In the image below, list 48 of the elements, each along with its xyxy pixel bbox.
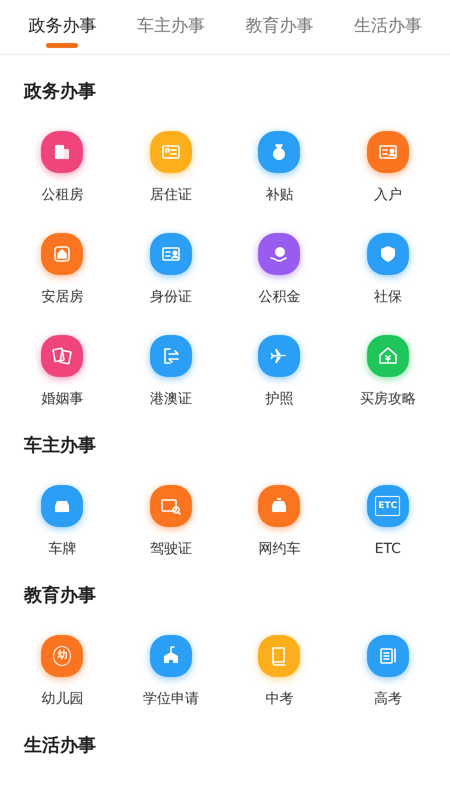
money-bag-icon[interactable] — [258, 131, 300, 173]
service-label: 高考 — [374, 690, 402, 709]
tab[interactable]: 教育办事 — [225, 0, 334, 54]
service-label: 公租房 — [41, 186, 84, 205]
section-title: 政务办事 — [22, 80, 97, 104]
badge-icon[interactable]: 幼 — [41, 635, 84, 677]
service-label: 安居房 — [41, 288, 84, 307]
service-label: 婚姻事 — [41, 390, 84, 409]
service-label: 居住证 — [150, 186, 192, 205]
building-icon[interactable] — [41, 131, 84, 173]
id-card-icon[interactable] — [150, 233, 192, 275]
service-label: ETC — [374, 540, 401, 559]
service-label: 港澳证 — [150, 390, 192, 409]
icon-label: ETC — [375, 496, 400, 516]
coin-hand-icon[interactable] — [258, 233, 300, 275]
school-icon[interactable] — [150, 635, 192, 677]
card-icon[interactable] — [150, 131, 192, 173]
book-icon[interactable] — [258, 635, 300, 677]
house-icon[interactable] — [366, 335, 409, 377]
service-label: 幼儿园 — [41, 690, 84, 709]
service-label: 入户 — [374, 186, 402, 205]
icon-label: 幼 — [53, 646, 72, 666]
service-label: 学位申请 — [142, 690, 199, 709]
tab[interactable]: 生活办事 — [334, 0, 442, 54]
shield-icon[interactable] — [366, 233, 409, 275]
section-title: 生活办事 — [22, 734, 97, 758]
service-label: 网约车 — [258, 540, 300, 559]
tab[interactable]: 政务办事 — [8, 0, 116, 54]
id-card-icon[interactable] — [366, 131, 409, 173]
service-label: 身份证 — [150, 288, 192, 307]
tab[interactable]: 车主办事 — [116, 0, 225, 54]
plane-icon[interactable] — [258, 335, 300, 377]
door-arrows-icon[interactable] — [150, 335, 192, 377]
house-icon[interactable] — [41, 233, 84, 275]
service-label: 车牌 — [48, 540, 76, 559]
service-label: 中考 — [265, 690, 294, 709]
card-search-icon[interactable] — [150, 485, 192, 527]
service-label: 公积金 — [258, 288, 300, 307]
service-label: 买房攻略 — [360, 390, 416, 409]
section-title: 车主办事 — [23, 434, 97, 458]
notes-icon[interactable] — [366, 635, 409, 677]
service-label: 社保 — [374, 288, 402, 307]
service-label: 护照 — [265, 390, 294, 409]
section-title: 教育办事 — [22, 584, 97, 608]
certificates-icon[interactable] — [41, 335, 84, 377]
tag-icon[interactable]: ETC — [366, 485, 409, 527]
service-label: 驾驶证 — [150, 540, 192, 559]
service-label: 补贴 — [265, 186, 294, 205]
